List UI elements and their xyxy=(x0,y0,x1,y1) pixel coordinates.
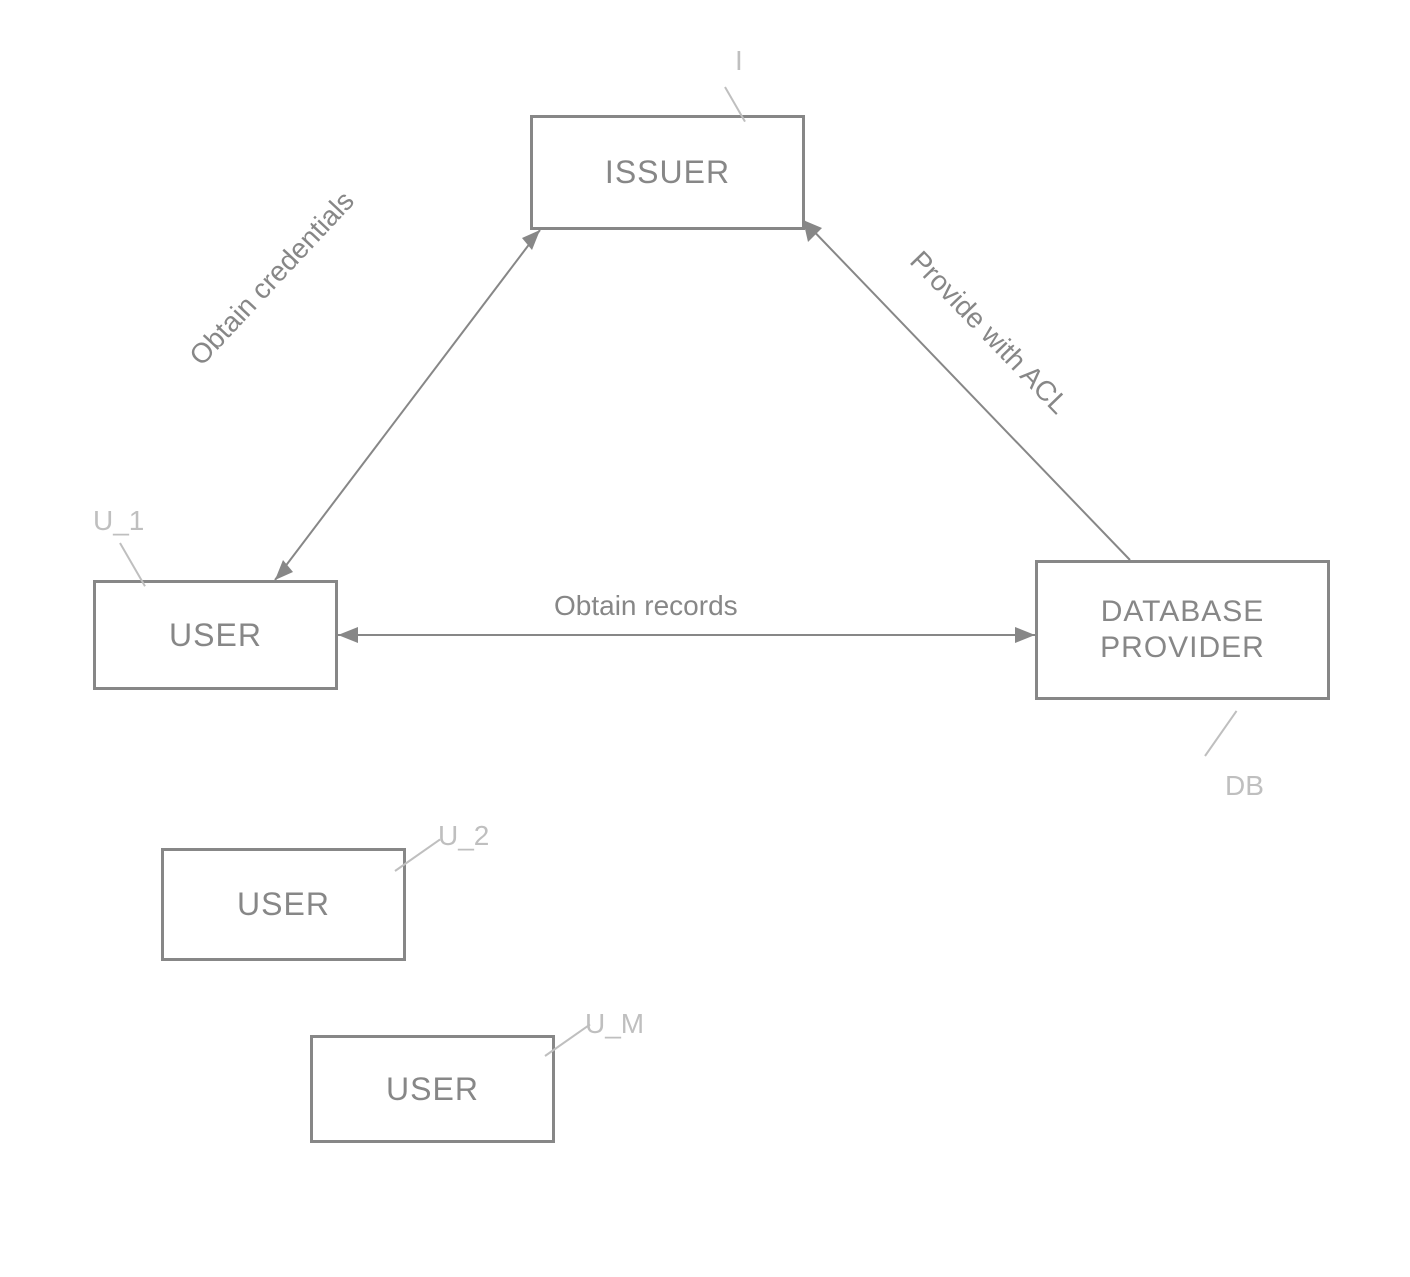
userM-tag: U_M xyxy=(585,1008,644,1040)
edge-user-issuer-label: Obtain credentials xyxy=(183,185,360,372)
edge-user-db-label: Obtain records xyxy=(554,590,738,622)
user1-label: USER xyxy=(169,617,262,654)
db-label: DATABASE PROVIDER xyxy=(1038,594,1327,666)
db-tag: DB xyxy=(1225,770,1264,802)
user1-tag: U_1 xyxy=(93,505,144,537)
edge-issuer-db-label: Provide with ACL xyxy=(903,245,1074,421)
db-box: DATABASE PROVIDER xyxy=(1035,560,1330,700)
user1-box: USER xyxy=(93,580,338,690)
user2-box: USER xyxy=(161,848,406,961)
issuer-box: ISSUER xyxy=(530,115,805,230)
db-tick xyxy=(1204,710,1237,756)
issuer-tag: I xyxy=(735,45,743,77)
user2-tag: U_2 xyxy=(438,820,489,852)
userM-label: USER xyxy=(386,1071,479,1108)
issuer-label: ISSUER xyxy=(605,154,730,191)
user2-label: USER xyxy=(237,886,330,923)
userM-box: USER xyxy=(310,1035,555,1143)
